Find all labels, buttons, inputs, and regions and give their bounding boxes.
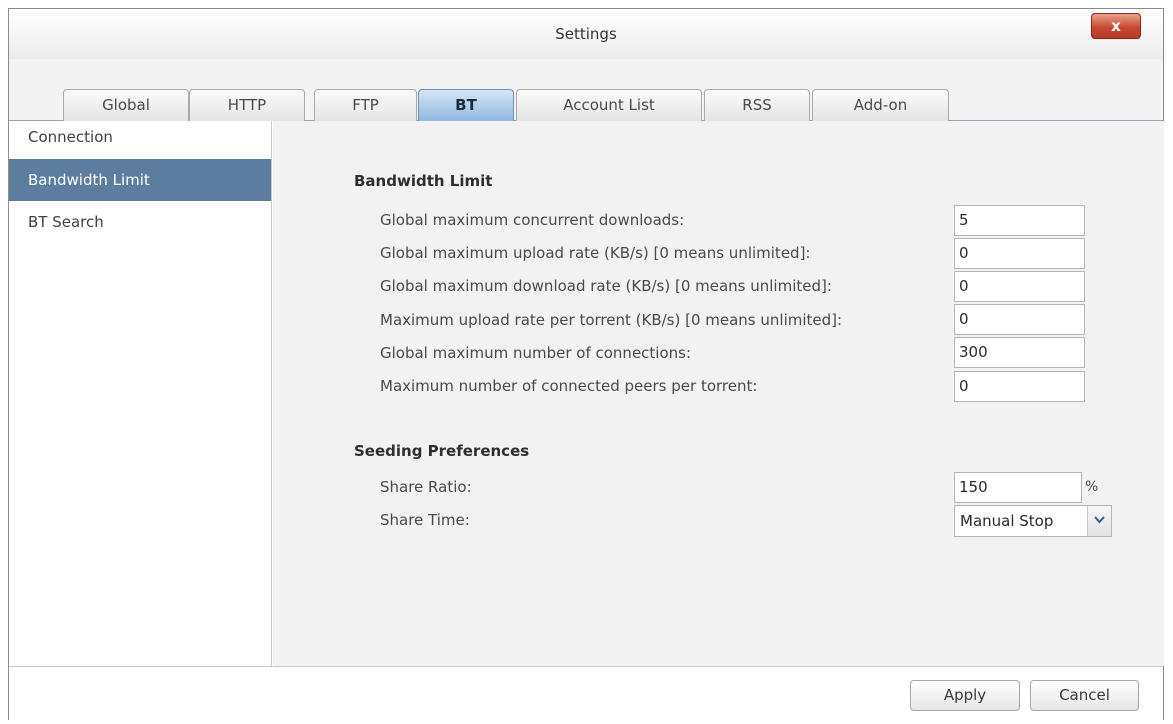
settings-content: Bandwidth Limit Global maximum concurren… (273, 121, 1164, 666)
tab-account-list[interactable]: Account List (516, 89, 702, 121)
seeding-preferences-heading: Seeding Preferences (354, 442, 530, 460)
sidebar-item-bt-search[interactable]: BT Search (9, 201, 271, 243)
tab-http[interactable]: HTTP (189, 89, 305, 121)
peers-per-torrent-label: Maximum number of connected peers per to… (380, 377, 758, 395)
share-ratio-unit: % (1085, 479, 1099, 495)
max-connections-input[interactable]: 300 (954, 337, 1085, 368)
upload-rate-label: Global maximum upload rate (KB/s) [0 mea… (380, 244, 811, 262)
share-ratio-input[interactable]: 150 (954, 472, 1082, 503)
tab-ftp[interactable]: FTP (314, 89, 417, 121)
upload-rate-input[interactable]: 0 (954, 238, 1085, 269)
share-ratio-label: Share Ratio: (380, 478, 472, 496)
sidebar-item-connection[interactable]: Connection (9, 121, 271, 159)
sidebar: Connection Bandwidth Limit BT Search (9, 121, 272, 666)
peers-per-torrent-input[interactable]: 0 (954, 371, 1085, 402)
tab-add-on[interactable]: Add-on (812, 89, 949, 121)
title-bar: Settings x (9, 9, 1163, 59)
footer: Apply Cancel (9, 666, 1163, 721)
download-rate-label: Global maximum download rate (KB/s) [0 m… (380, 277, 832, 295)
close-icon: x (1111, 17, 1121, 35)
cancel-button[interactable]: Cancel (1030, 680, 1139, 711)
concurrent-downloads-input[interactable]: 5 (954, 205, 1085, 236)
tab-rss[interactable]: RSS (704, 89, 810, 121)
upload-rate-per-torrent-label: Maximum upload rate per torrent (KB/s) [… (380, 311, 843, 329)
apply-button[interactable]: Apply (910, 680, 1020, 711)
chevron-down-icon[interactable] (1087, 506, 1111, 536)
download-rate-input[interactable]: 0 (954, 271, 1085, 302)
share-time-value: Manual Stop (960, 512, 1054, 530)
max-connections-label: Global maximum number of connections: (380, 344, 692, 362)
settings-window: Settings x Global HTTP FTP BT Account Li… (8, 8, 1164, 721)
sidebar-item-bandwidth-limit[interactable]: Bandwidth Limit (9, 159, 271, 201)
concurrent-downloads-label: Global maximum concurrent downloads: (380, 211, 685, 229)
bandwidth-limit-heading: Bandwidth Limit (354, 172, 493, 190)
tab-bt[interactable]: BT (418, 89, 514, 122)
share-time-label: Share Time: (380, 511, 470, 529)
window-title: Settings (555, 25, 617, 43)
close-button[interactable]: x (1091, 13, 1141, 39)
upload-rate-per-torrent-input[interactable]: 0 (954, 304, 1085, 335)
tab-global[interactable]: Global (63, 89, 189, 121)
share-time-select[interactable]: Manual Stop (954, 505, 1112, 537)
tab-strip: Global HTTP FTP BT Account List RSS Add-… (9, 59, 1163, 122)
